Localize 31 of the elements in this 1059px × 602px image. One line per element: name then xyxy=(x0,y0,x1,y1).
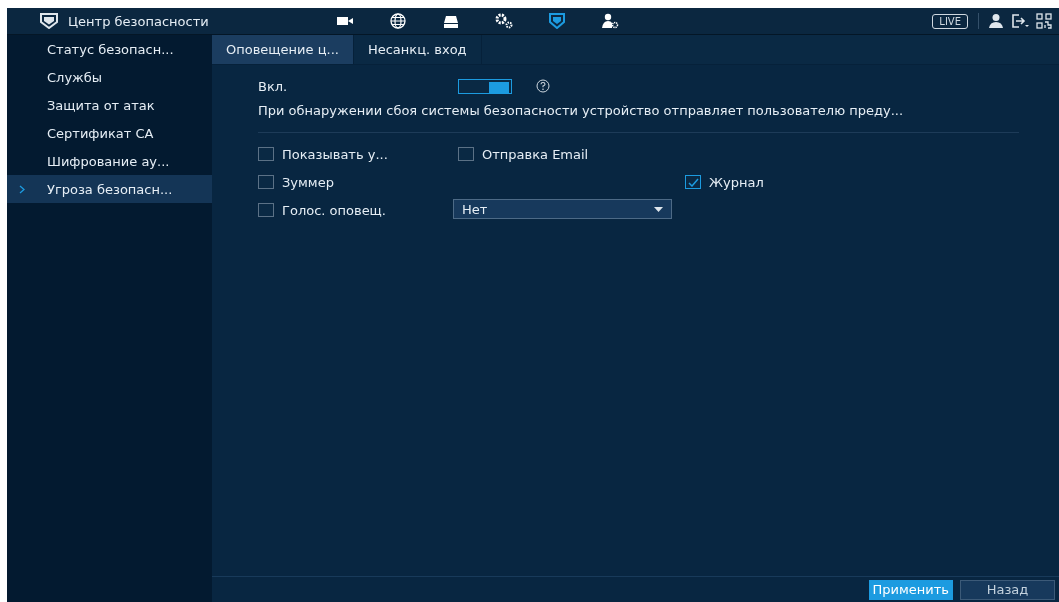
live-button[interactable]: LIVE xyxy=(932,13,968,29)
user-settings-icon xyxy=(599,13,620,29)
enable-label: Вкл. xyxy=(258,78,289,94)
gears-icon xyxy=(493,13,514,29)
caret-icon xyxy=(654,206,663,212)
checkbox[interactable]: Отправка Email xyxy=(458,143,685,165)
sidebar-item[interactable]: Сертификат CA xyxy=(7,119,212,147)
checkbox[interactable]: Журнал xyxy=(685,171,1059,193)
checkbox[interactable]: Показывать у... xyxy=(258,143,458,165)
shield-icon xyxy=(40,13,58,29)
qr-code-icon[interactable] xyxy=(1035,13,1053,29)
window-title: Центр безопасности xyxy=(68,13,210,29)
description-text: При обнаружении сбоя системы безопасности устройство отправляет пользователю преду... xyxy=(258,103,905,118)
logout-icon[interactable] xyxy=(1011,13,1029,29)
sidebar-item[interactable]: Шифрование ау... xyxy=(7,147,212,175)
enable-toggle[interactable] xyxy=(458,78,512,94)
user-icon[interactable] xyxy=(987,13,1005,29)
dropdown[interactable]: Нет xyxy=(453,199,672,219)
sidebar-item[interactable]: Статус безопасн... xyxy=(7,35,212,63)
tab[interactable]: Оповещение ц... xyxy=(212,35,354,64)
sidebar-item[interactable]: Службы xyxy=(7,63,212,91)
sidebar-item[interactable]: Угроза безопасн... xyxy=(7,175,212,203)
sidebar-item[interactable]: Защита от атак xyxy=(7,91,212,119)
globe-icon xyxy=(387,13,408,29)
help-icon[interactable] xyxy=(536,79,550,93)
chevron-icon xyxy=(19,184,25,194)
checkmark-icon xyxy=(687,177,699,187)
back-button[interactable]: Назад xyxy=(960,579,1055,600)
tab[interactable]: Несанкц. вход xyxy=(353,35,482,64)
checkbox[interactable]: Зуммер xyxy=(258,171,458,193)
shield-icon xyxy=(546,13,567,29)
